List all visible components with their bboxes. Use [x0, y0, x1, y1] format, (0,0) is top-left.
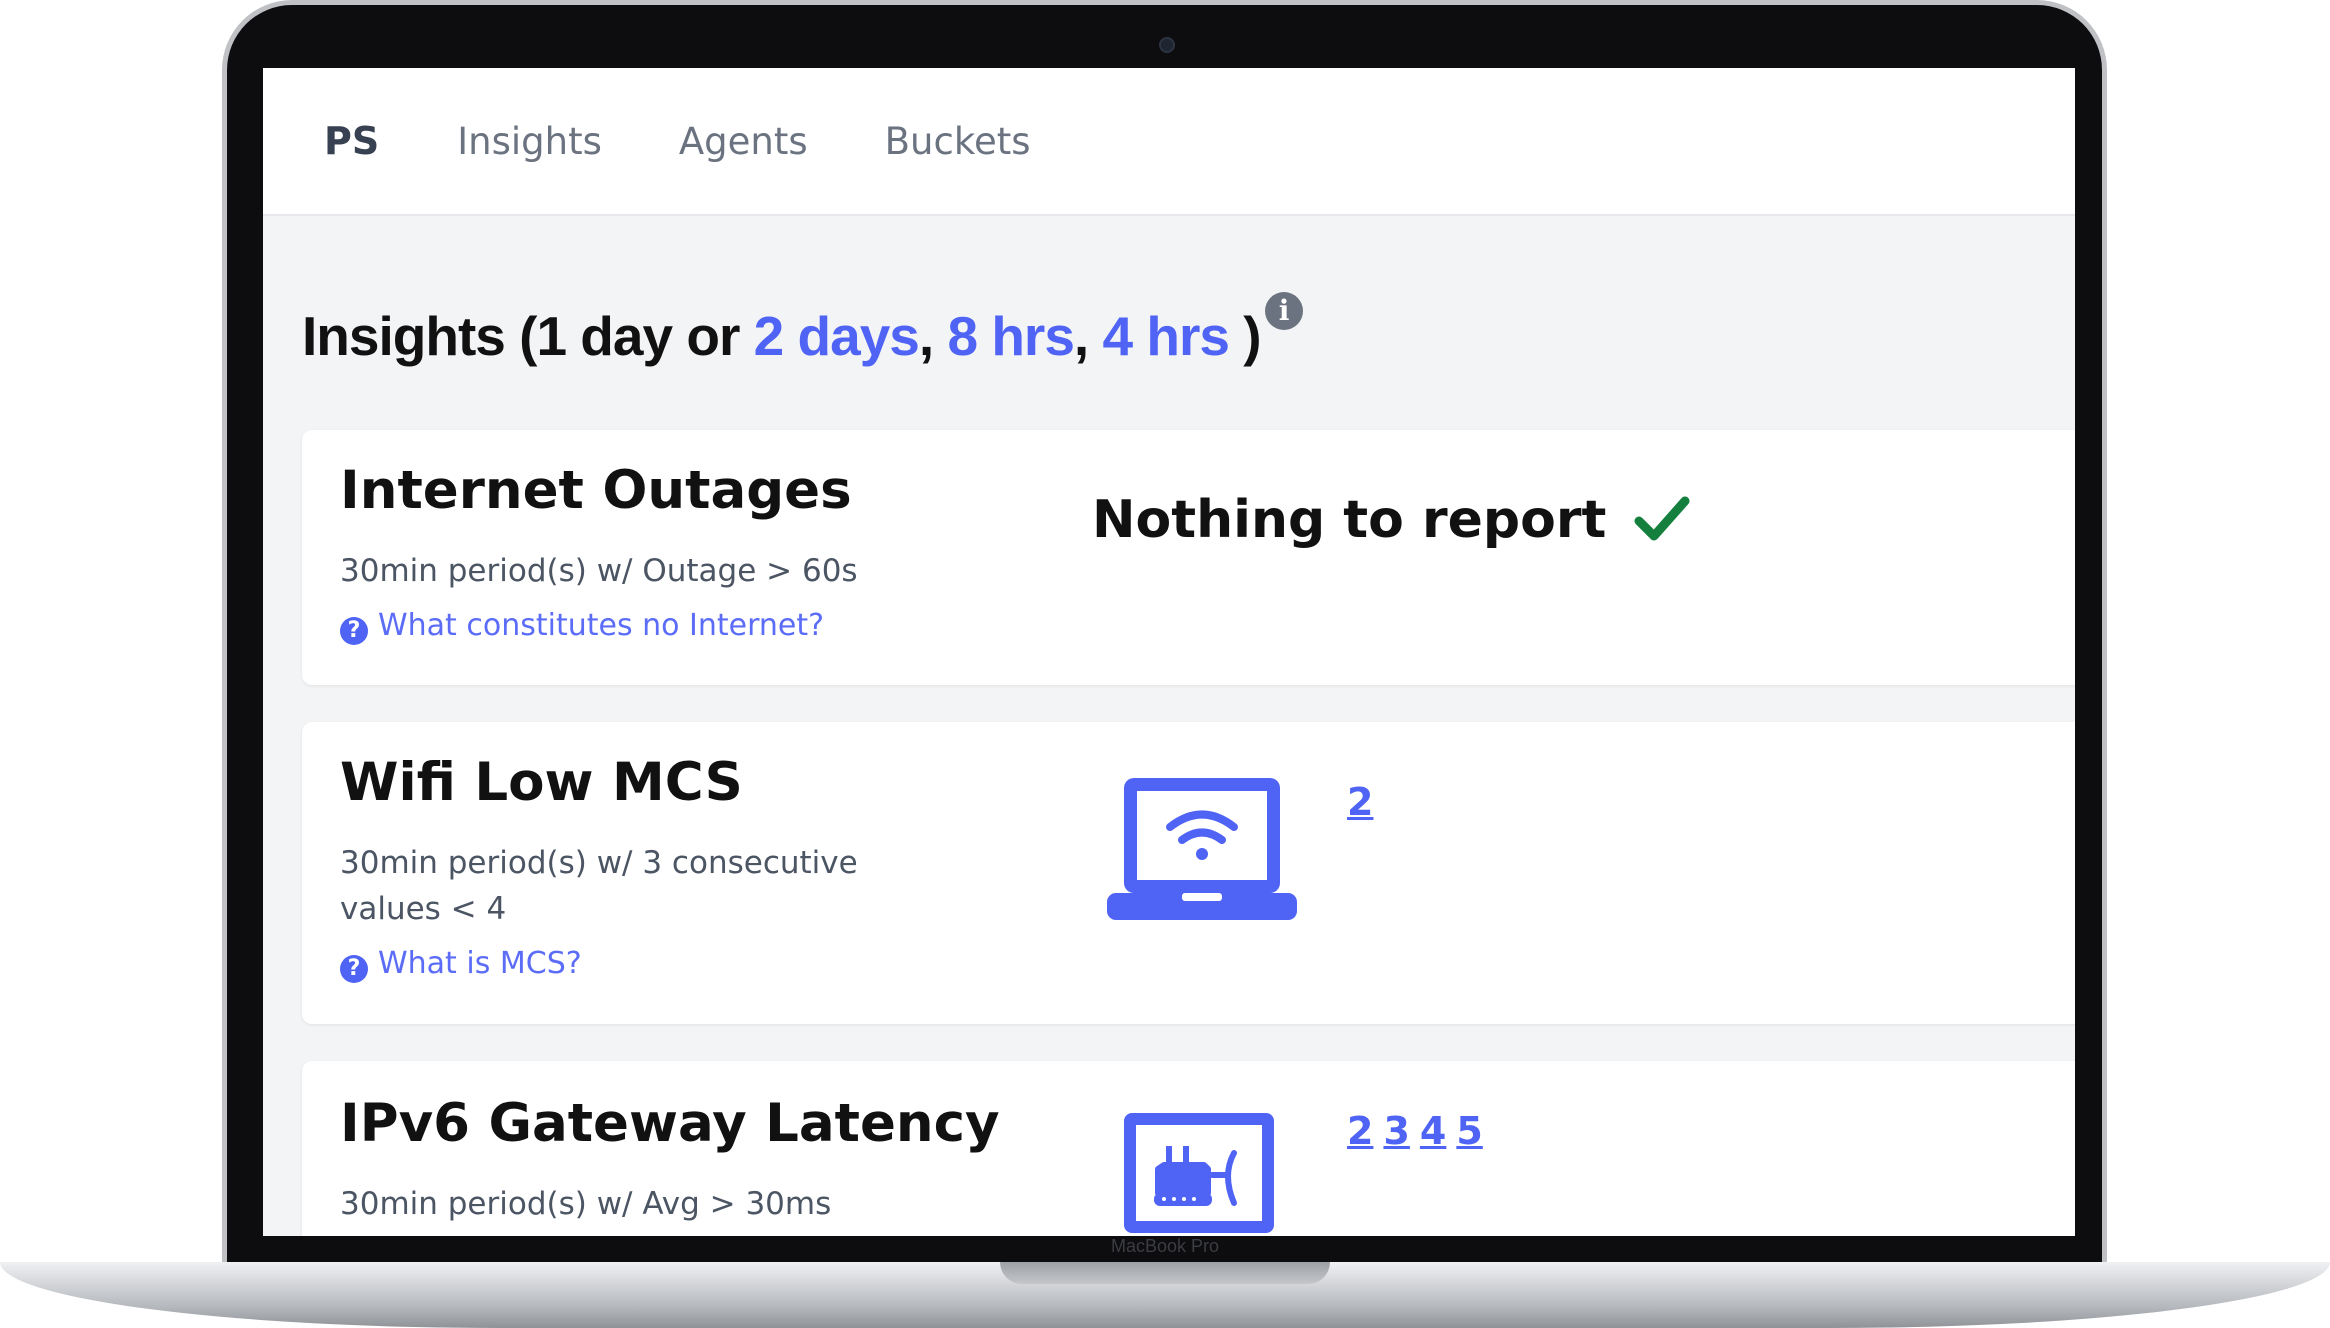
- agent-link[interactable]: 5: [1456, 1109, 1482, 1153]
- range-separator: ,: [918, 305, 934, 367]
- question-icon: ?: [340, 617, 368, 645]
- gateway-icon[interactable]: [1124, 1113, 1274, 1233]
- insight-card-ipv6-gateway-latency: IPv6 Gateway Latency 30min period(s) w/ …: [302, 1061, 2075, 1236]
- range-separator: ,: [1073, 305, 1089, 367]
- laptop-model-label: MacBook Pro: [1110, 1236, 1220, 1256]
- range-link-4-hrs[interactable]: 4 hrs: [1102, 305, 1229, 367]
- status-nothing-to-report: Nothing to report: [1092, 490, 1690, 550]
- agent-link[interactable]: 4: [1420, 1109, 1446, 1153]
- nav-link-insights[interactable]: Insights: [457, 120, 602, 163]
- range-link-2-days[interactable]: 2 days: [754, 305, 920, 367]
- insight-card-internet-outages: Internet Outages 30min period(s) w/ Outa…: [302, 430, 2075, 685]
- agent-link[interactable]: 2: [1347, 1109, 1373, 1153]
- card-subtitle: 30min period(s) w/ Avg > 30ms: [340, 1186, 832, 1222]
- help-link-what-is-mcs[interactable]: ? What is MCS?: [340, 946, 582, 983]
- card-subtitle: 30min period(s) w/ 3 consecutive values …: [340, 845, 858, 927]
- title-close-paren: ): [1243, 305, 1261, 367]
- insight-card-wifi-low-mcs: Wifi Low MCS 30min period(s) w/ 3 consec…: [302, 722, 2075, 1024]
- check-icon: [1634, 496, 1690, 541]
- laptop-notch: [1000, 1262, 1330, 1284]
- range-link-8-hrs[interactable]: 8 hrs: [947, 305, 1074, 367]
- card-title: Internet Outages: [340, 460, 852, 521]
- camera-icon: [1159, 37, 1175, 53]
- help-link-text: What is MCS?: [378, 946, 582, 981]
- page-title: Insights (1 day or 2 days, 8 hrs, 4 hrs …: [302, 292, 1303, 368]
- agent-link[interactable]: 3: [1383, 1109, 1409, 1153]
- agent-links: 2: [1347, 780, 1383, 824]
- info-icon[interactable]: i: [1264, 292, 1303, 330]
- agent-links: 2345: [1347, 1109, 1493, 1153]
- brand-logo[interactable]: PS: [324, 119, 379, 163]
- app-screen: PS Insights Agents Buckets Insights (1 d…: [263, 68, 2075, 1236]
- help-link-no-internet[interactable]: ? What constitutes no Internet?: [340, 608, 824, 645]
- card-title: Wifi Low MCS: [340, 752, 743, 813]
- help-link-text: What constitutes no Internet?: [378, 608, 825, 643]
- agent-link[interactable]: 2: [1347, 780, 1373, 824]
- laptop-wifi-icon[interactable]: [1107, 774, 1297, 924]
- top-nav: PS Insights Agents Buckets: [263, 68, 2075, 216]
- card-title: IPv6 Gateway Latency: [340, 1093, 1000, 1154]
- nav-link-agents[interactable]: Agents: [679, 120, 808, 163]
- card-subtitle: 30min period(s) w/ Outage > 60s: [340, 553, 858, 589]
- nav-link-buckets[interactable]: Buckets: [885, 120, 1031, 163]
- question-icon: ?: [340, 955, 368, 983]
- page-title-text: Insights (1 day or: [302, 305, 740, 367]
- status-text: Nothing to report: [1092, 490, 1607, 550]
